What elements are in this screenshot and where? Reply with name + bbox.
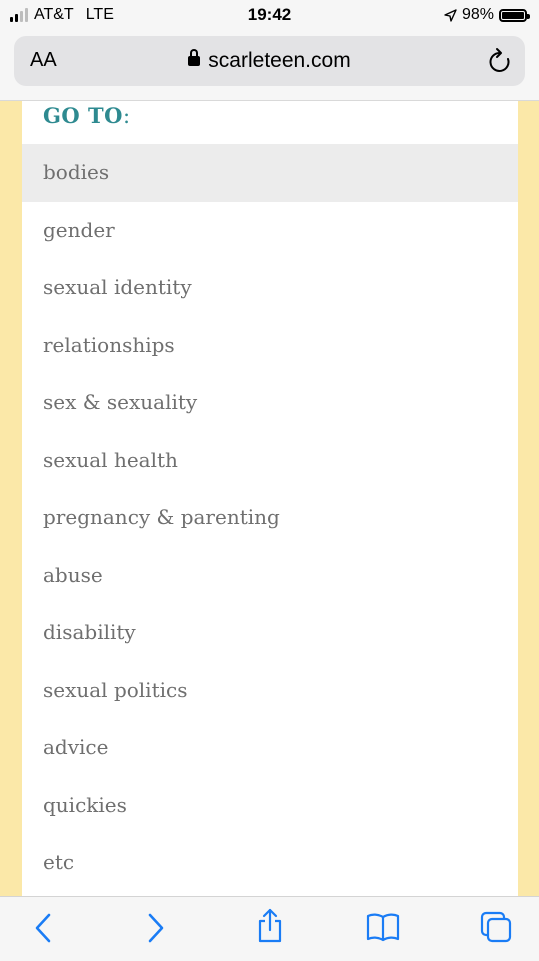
menu-item-disability[interactable]: disability	[22, 604, 518, 662]
reload-icon[interactable]	[487, 47, 513, 75]
goto-menu-panel: GO TO: bodies gender sexual identity relati…	[22, 101, 518, 896]
menu-item-quickies[interactable]: quickies	[22, 777, 518, 835]
menu-item-sex-sexuality[interactable]: sex & sexuality	[22, 374, 518, 432]
status-bar: AT&T LTE 19:42 98%	[0, 0, 539, 32]
goto-heading-colon: :	[122, 104, 131, 128]
menu-item-gender[interactable]: gender	[22, 202, 518, 260]
goto-menu-list: bodies gender sexual identity relationships…	[22, 144, 518, 892]
address-bar[interactable]: AA scarleteen.com	[14, 36, 525, 86]
menu-item-etc[interactable]: etc	[22, 834, 518, 892]
lock-icon	[188, 49, 201, 66]
url-field[interactable]: scarleteen.com	[14, 49, 525, 73]
back-icon[interactable]	[32, 911, 56, 945]
status-right: 98%	[444, 6, 530, 24]
share-icon[interactable]	[255, 907, 285, 945]
goto-heading-text: GO TO	[43, 103, 123, 128]
browser-toolbar	[0, 896, 539, 961]
menu-item-bodies[interactable]: bodies	[22, 144, 518, 202]
menu-item-advice[interactable]: advice	[22, 719, 518, 777]
menu-item-abuse[interactable]: abuse	[22, 547, 518, 605]
menu-item-pregnancy-parenting[interactable]: pregnancy & parenting	[22, 489, 518, 547]
bookmarks-icon[interactable]	[365, 911, 401, 943]
url-text: scarleteen.com	[208, 49, 351, 72]
tabs-icon[interactable]	[478, 909, 514, 945]
menu-item-relationships[interactable]: relationships	[22, 317, 518, 375]
battery-level	[502, 11, 524, 19]
forward-icon[interactable]	[143, 911, 167, 945]
battery-icon	[499, 8, 530, 22]
menu-item-sexual-identity[interactable]: sexual identity	[22, 259, 518, 317]
browser-address-area: AA scarleteen.com	[0, 32, 539, 101]
menu-item-sexual-politics[interactable]: sexual politics	[22, 662, 518, 720]
battery-percent: 98%	[461, 6, 494, 23]
goto-heading: GO TO:	[43, 103, 131, 128]
menu-item-sexual-health[interactable]: sexual health	[22, 432, 518, 490]
location-arrow-icon	[444, 8, 457, 22]
